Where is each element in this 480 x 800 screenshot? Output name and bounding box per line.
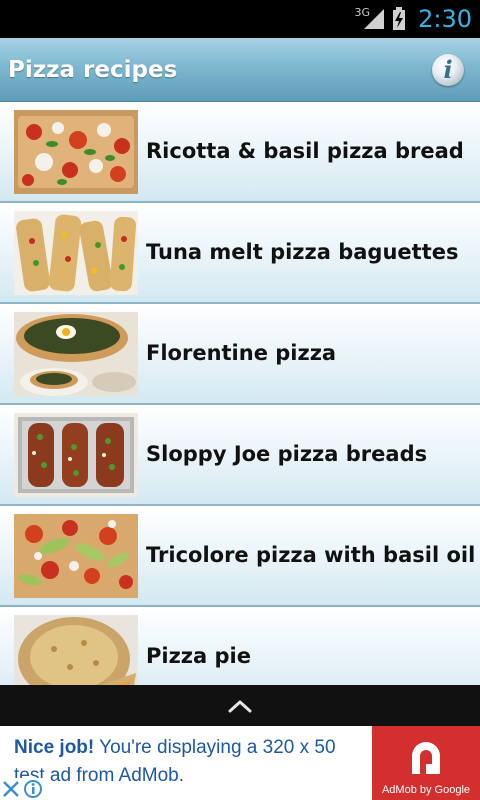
- admob-caption: AdMob by Google: [381, 784, 471, 796]
- ad-toggle-bar[interactable]: [0, 685, 480, 726]
- ricotta-pizza-thumbnail: [14, 110, 138, 194]
- recipe-list-item[interactable]: Tuna melt pizza baguettes: [0, 203, 480, 304]
- pizza-pie-thumbnail: [14, 615, 138, 685]
- adchoices-icon[interactable]: [22, 778, 44, 800]
- status-bar: 3G 2:30: [0, 0, 480, 38]
- recipe-list-item[interactable]: Florentine pizza: [0, 304, 480, 405]
- recipe-name: Tricolore pizza with basil oil: [146, 543, 476, 567]
- recipe-list[interactable]: Ricotta & basil pizza bread Tuna melt pi…: [0, 102, 480, 685]
- info-button[interactable]: i: [432, 54, 464, 86]
- signal-strength-icon: [364, 9, 385, 29]
- recipe-list-item[interactable]: Ricotta & basil pizza bread: [0, 102, 480, 203]
- tuna-melt-thumbnail: [14, 211, 138, 295]
- recipe-name: Pizza pie: [146, 644, 251, 668]
- admob-mark-icon: [412, 742, 440, 774]
- close-x-icon[interactable]: [0, 778, 22, 800]
- action-bar: Pizza recipes i: [0, 38, 480, 102]
- ad-banner[interactable]: Nice job! You're displaying a 320 x 50 t…: [0, 726, 480, 800]
- recipe-list-item[interactable]: Tricolore pizza with basil oil: [0, 506, 480, 607]
- info-icon: i: [443, 55, 453, 84]
- ad-text[interactable]: Nice job! You're displaying a 320 x 50 t…: [14, 734, 364, 790]
- recipe-name: Sloppy Joe pizza breads: [146, 442, 428, 466]
- ad-controls: [0, 778, 48, 800]
- battery-charging-icon: [393, 7, 406, 30]
- recipe-list-item[interactable]: Pizza pie: [0, 607, 480, 685]
- recipe-name: Tuna melt pizza baguettes: [146, 240, 459, 264]
- florentine-pizza-thumbnail: [14, 312, 138, 396]
- status-clock: 2:30: [418, 5, 472, 33]
- app-title: Pizza recipes: [8, 57, 178, 83]
- chevron-up-icon[interactable]: [228, 699, 252, 713]
- admob-logo[interactable]: AdMob by Google: [372, 726, 480, 800]
- recipe-name: Florentine pizza: [146, 341, 337, 365]
- ad-headline: Nice job!: [14, 737, 95, 758]
- recipe-name: Ricotta & basil pizza bread: [146, 139, 464, 163]
- recipe-list-item[interactable]: Sloppy Joe pizza breads: [0, 405, 480, 506]
- sloppy-joe-thumbnail: [14, 413, 138, 497]
- tricolore-pizza-thumbnail: [14, 514, 138, 598]
